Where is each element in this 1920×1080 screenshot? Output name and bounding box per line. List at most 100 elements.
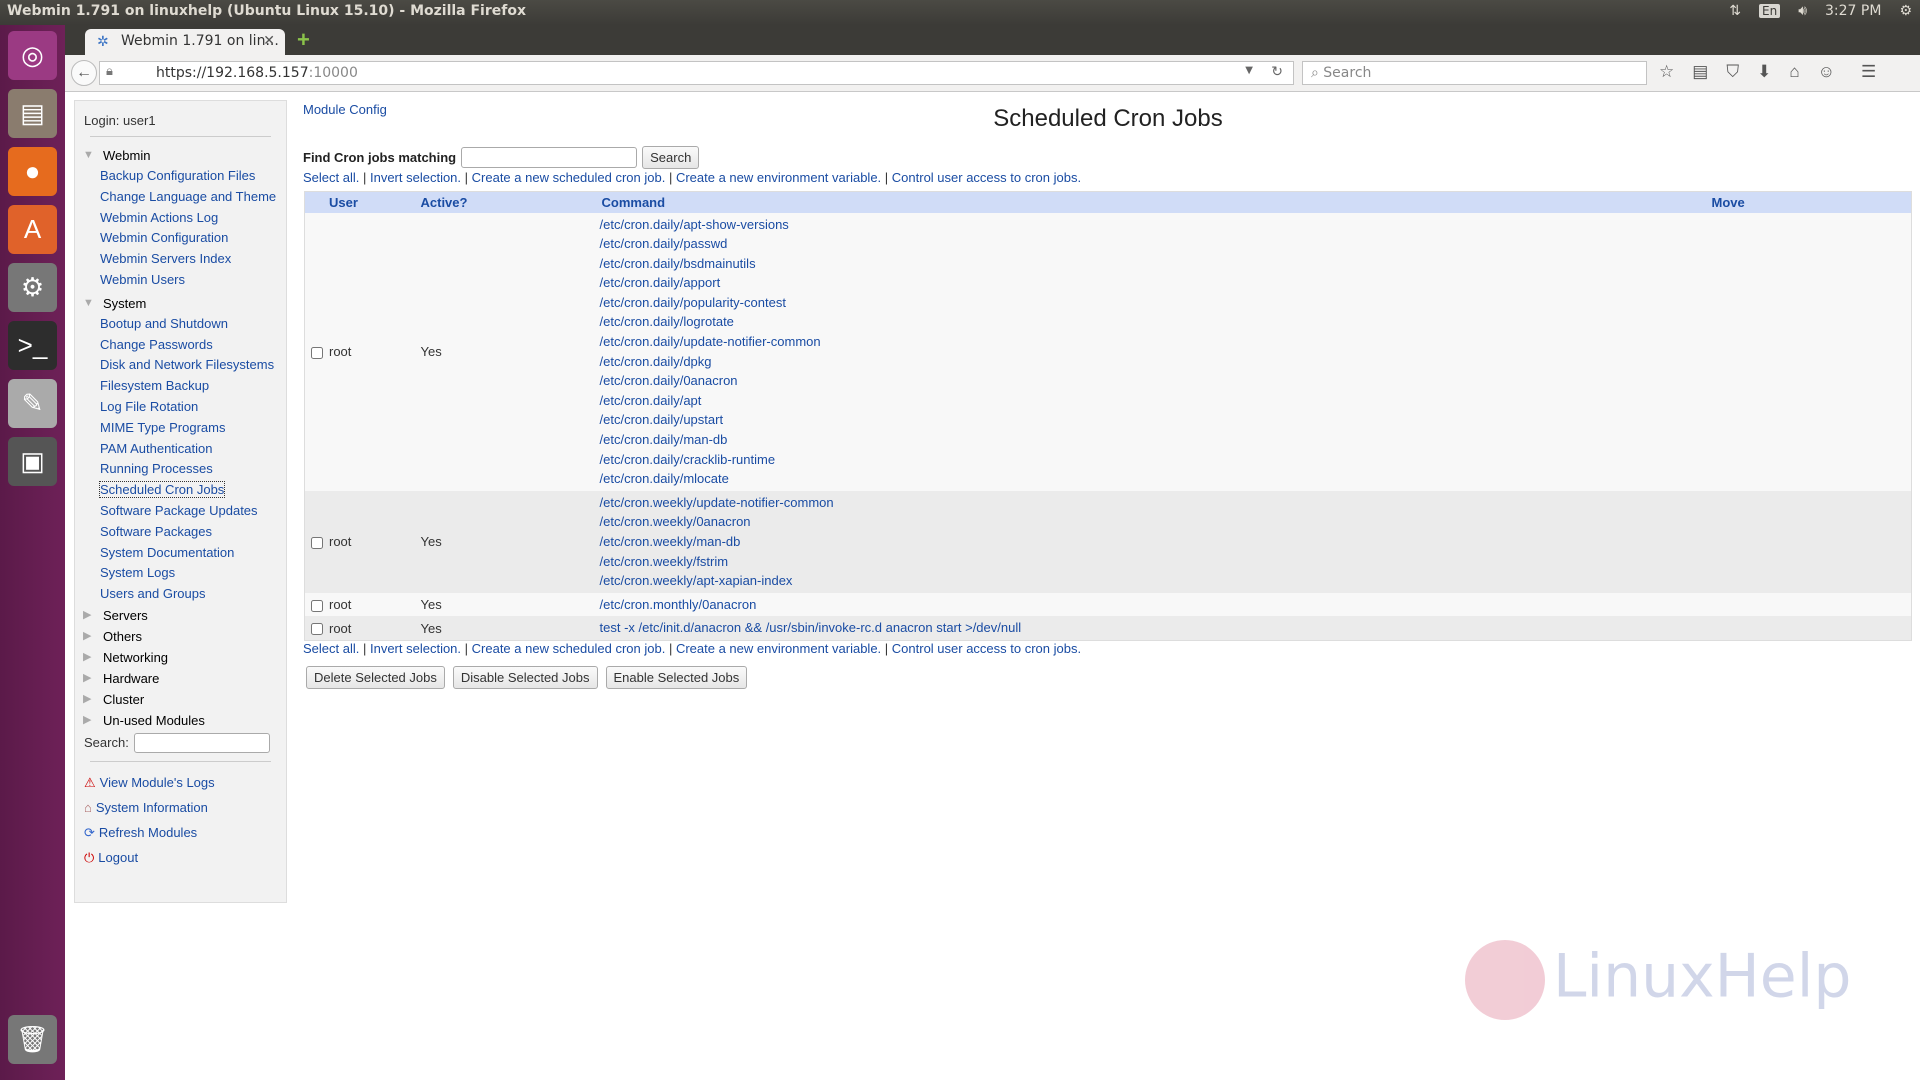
sidebar-item[interactable]: Backup Configuration Files xyxy=(84,166,277,187)
system-settings-icon[interactable]: ⚙ xyxy=(8,263,57,312)
command-link[interactable]: /etc/cron.daily/dpkg xyxy=(600,352,1712,372)
command-link[interactable]: /etc/cron.daily/update-notifier-common xyxy=(600,332,1712,352)
text-editor-icon[interactable]: ✎ xyxy=(8,379,57,428)
sidebar-item[interactable]: System Logs xyxy=(84,563,277,584)
command-link[interactable]: /etc/cron.daily/cracklib-runtime xyxy=(600,450,1712,470)
sidebar-category[interactable]: ▼ System xyxy=(83,293,277,314)
action-link[interactable]: Create a new scheduled cron job. xyxy=(472,641,666,656)
firefox-icon[interactable]: ● xyxy=(8,147,57,196)
software-center-icon[interactable]: A xyxy=(8,205,57,254)
history-dropdown-icon[interactable]: ▼ xyxy=(1245,65,1253,76)
sidebar-item[interactable]: MIME Type Programs xyxy=(84,418,277,439)
sidebar-item[interactable]: Change Language and Theme xyxy=(84,187,277,208)
sidebar-item[interactable]: Users and Groups xyxy=(84,584,277,605)
sidebar-category[interactable]: ▶ Hardware xyxy=(83,668,277,689)
triangle-right-icon[interactable]: ▶ xyxy=(83,626,91,647)
sidebar-item[interactable]: Software Packages xyxy=(84,522,277,543)
action-link[interactable]: Select all. xyxy=(303,170,359,185)
sidebar-item[interactable]: PAM Authentication xyxy=(84,439,277,460)
reading-list-icon[interactable]: ▤ xyxy=(1692,62,1708,82)
command-link[interactable]: /etc/cron.weekly/fstrim xyxy=(600,552,1712,572)
command-link[interactable]: /etc/cron.weekly/apt-xapian-index xyxy=(600,571,1712,591)
sidebar-item[interactable]: Log File Rotation xyxy=(84,397,277,418)
sidebar-item[interactable]: Scheduled Cron Jobs xyxy=(84,480,277,501)
back-button[interactable]: ← xyxy=(71,60,97,86)
row-checkbox[interactable] xyxy=(311,346,323,359)
delete-selected-jobs-button[interactable]: Delete Selected Jobs xyxy=(306,666,445,689)
action-link[interactable]: Control user access to cron jobs. xyxy=(892,641,1081,656)
command-link[interactable]: /etc/cron.daily/apt xyxy=(600,391,1712,411)
sidebar-category[interactable]: ▶ Networking xyxy=(83,647,277,668)
action-link[interactable]: Create a new environment variable. xyxy=(676,641,881,656)
sidebar-footer-link[interactable]: ⟳ Refresh Modules xyxy=(84,820,277,845)
sidebar-item[interactable]: System Documentation xyxy=(84,543,277,564)
triangle-right-icon[interactable]: ▶ xyxy=(83,668,91,689)
sidebar-item[interactable]: Disk and Network Filesystems xyxy=(84,355,277,376)
sidebar-category[interactable]: ▶ Servers xyxy=(83,605,277,626)
action-link[interactable]: Invert selection. xyxy=(370,170,461,185)
network-icon[interactable]: ⇅ xyxy=(1729,3,1741,19)
command-link[interactable]: /etc/cron.daily/apt-show-versions xyxy=(600,215,1712,235)
triangle-down-icon[interactable]: ▼ xyxy=(83,145,94,166)
url-bar[interactable]: 🔒︎ https://192.168.5.157:10000 ▼ ↻ xyxy=(99,61,1294,85)
sidebar-footer-link[interactable]: ⚠ View Module's Logs xyxy=(84,770,277,795)
action-link[interactable]: Create a new scheduled cron job. xyxy=(472,170,666,185)
command-link[interactable]: /etc/cron.monthly/0anacron xyxy=(600,595,1712,615)
terminal-icon[interactable]: >_ xyxy=(8,321,57,370)
triangle-right-icon[interactable]: ▶ xyxy=(83,647,91,668)
action-link[interactable]: Control user access to cron jobs. xyxy=(892,170,1081,185)
sidebar-search-input[interactable] xyxy=(133,732,270,753)
action-link[interactable]: Select all. xyxy=(303,641,359,656)
chat-icon[interactable]: ☺ xyxy=(1818,62,1835,82)
volume-icon[interactable]: 🔊︎ xyxy=(1798,3,1807,19)
command-link[interactable]: /etc/cron.daily/logrotate xyxy=(600,312,1712,332)
action-link[interactable]: Invert selection. xyxy=(370,641,461,656)
sidebar-item[interactable]: Bootup and Shutdown xyxy=(84,314,277,335)
command-link[interactable]: /etc/cron.daily/upstart xyxy=(600,410,1712,430)
command-link[interactable]: /etc/cron.daily/mlocate xyxy=(600,469,1712,489)
sidebar-item[interactable]: Webmin Configuration xyxy=(84,228,277,249)
row-checkbox[interactable] xyxy=(311,623,323,636)
disable-selected-jobs-button[interactable]: Disable Selected Jobs xyxy=(452,666,598,689)
sidebar-footer-link[interactable]: ⏻ Logout xyxy=(84,845,277,870)
browser-tab[interactable]: ✲ Webmin 1.791 on lin... ✕ xyxy=(85,29,285,55)
triangle-right-icon[interactable]: ▶ xyxy=(83,710,91,731)
sidebar-item[interactable]: Webmin Actions Log xyxy=(84,208,277,229)
command-link[interactable]: test -x /etc/init.d/anacron && /usr/sbin… xyxy=(600,618,1712,638)
command-link[interactable]: /etc/cron.daily/passwd xyxy=(600,234,1712,254)
ubuntu-dash-icon[interactable]: ◎ xyxy=(8,31,57,80)
download-icon[interactable]: ⬇ xyxy=(1757,62,1771,82)
sidebar-category[interactable]: ▶ Cluster xyxy=(83,689,277,710)
triangle-right-icon[interactable]: ▶ xyxy=(83,605,91,626)
action-link[interactable]: Create a new environment variable. xyxy=(676,170,881,185)
browser-search-input[interactable]: ⌕ Search xyxy=(1302,61,1647,85)
command-link[interactable]: /etc/cron.weekly/man-db xyxy=(600,532,1712,552)
trash-icon[interactable]: 🗑︎ xyxy=(8,1015,57,1064)
reload-icon[interactable]: ↻ xyxy=(1271,64,1283,80)
row-checkbox[interactable] xyxy=(311,599,323,612)
find-cron-input[interactable] xyxy=(461,147,638,168)
command-link[interactable]: /etc/cron.weekly/0anacron xyxy=(600,512,1712,532)
command-link[interactable]: /etc/cron.daily/bsdmainutils xyxy=(600,254,1712,274)
sidebar-category[interactable]: ▶ Un-used Modules xyxy=(83,710,277,731)
home-icon[interactable]: ⌂ xyxy=(1789,62,1799,82)
sidebar-item[interactable]: Webmin Users xyxy=(84,270,277,291)
keyboard-indicator[interactable]: En xyxy=(1759,4,1781,18)
enable-selected-jobs-button[interactable]: Enable Selected Jobs xyxy=(605,666,748,689)
search-button[interactable]: Search xyxy=(642,146,700,169)
command-link[interactable]: /etc/cron.daily/0anacron xyxy=(600,371,1712,391)
save-disk-icon[interactable]: ▣ xyxy=(8,437,57,486)
clock[interactable]: 3:27 PM xyxy=(1825,3,1881,19)
power-settings-icon[interactable]: ⚙ xyxy=(1899,3,1912,19)
sidebar-item[interactable]: Change Passwords xyxy=(84,335,277,356)
sidebar-item[interactable]: Running Processes xyxy=(84,459,277,480)
sidebar-footer-link[interactable]: ⌂ System Information xyxy=(84,795,277,820)
new-tab-icon[interactable]: + xyxy=(297,27,310,53)
triangle-down-icon[interactable]: ▼ xyxy=(83,293,94,314)
files-icon[interactable]: ▤ xyxy=(8,89,57,138)
row-checkbox[interactable] xyxy=(311,536,323,549)
sidebar-category[interactable]: ▶ Others xyxy=(83,626,277,647)
bookmark-star-icon[interactable]: ☆ xyxy=(1659,62,1674,82)
sidebar-category[interactable]: ▼ Webmin xyxy=(83,145,277,166)
triangle-right-icon[interactable]: ▶ xyxy=(83,689,91,710)
